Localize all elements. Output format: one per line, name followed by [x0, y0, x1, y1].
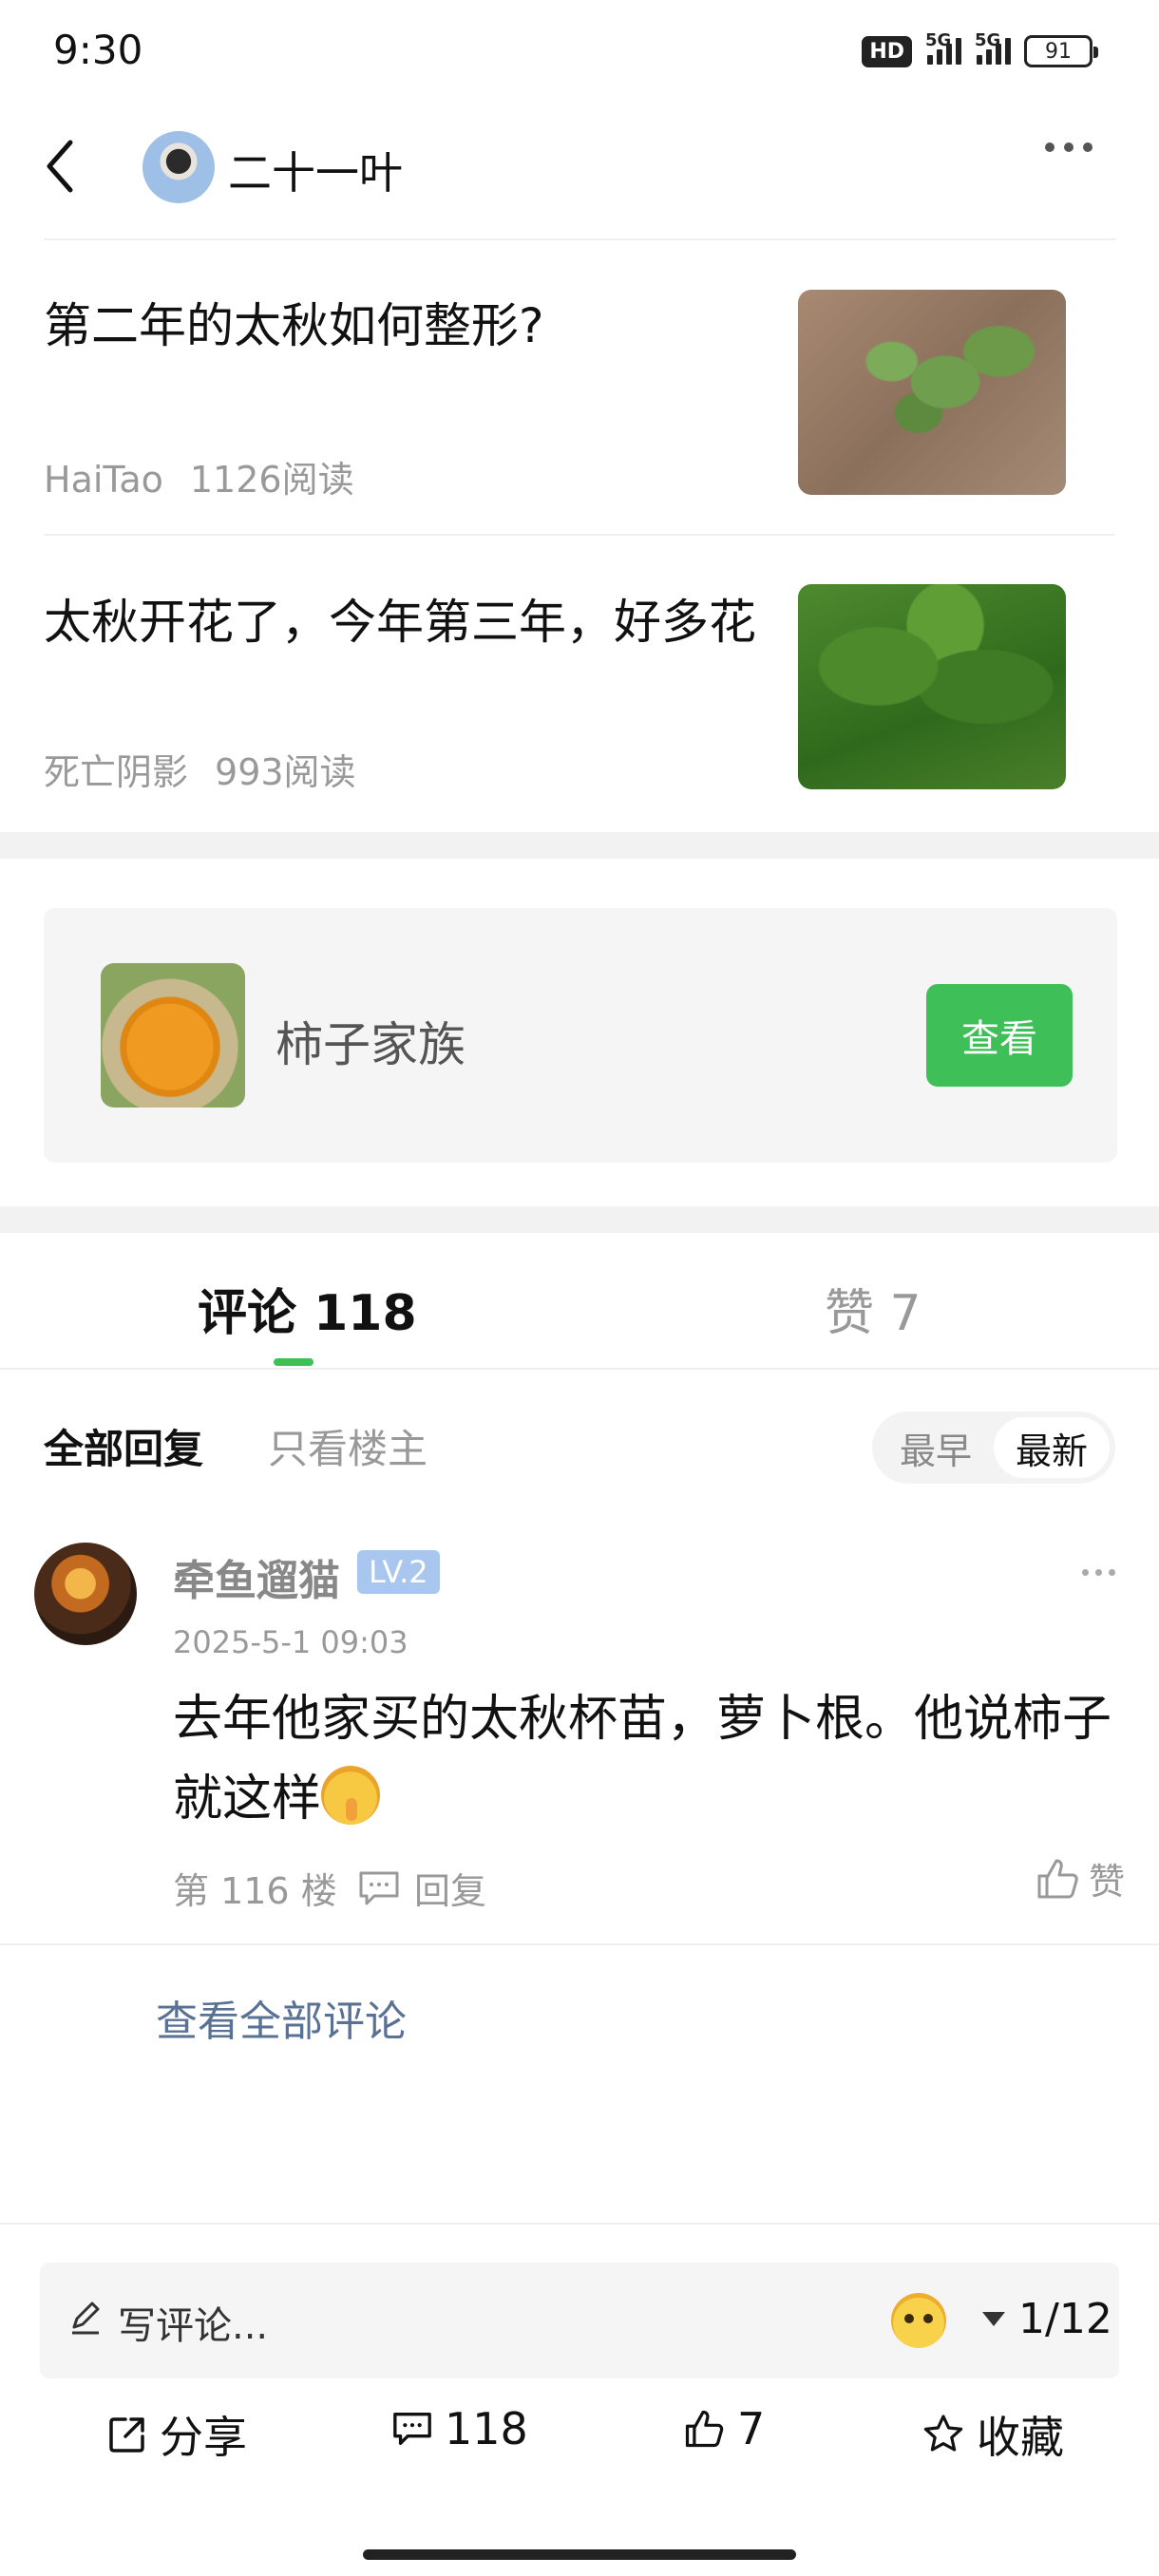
like-label: 赞	[1088, 1861, 1125, 1903]
likes-count: 7	[737, 2403, 766, 2454]
comment-icon	[393, 2413, 431, 2445]
page-number: 1/12	[1018, 2295, 1112, 2343]
home-indicator[interactable]	[363, 2549, 796, 2560]
reply-icon	[359, 1871, 399, 1904]
author-name[interactable]: 二十一叶	[228, 139, 403, 201]
status-time: 9:30	[53, 27, 143, 73]
comment-more-icon[interactable]	[1082, 1569, 1115, 1576]
related-article-meta: 死亡阴影 993阅读	[44, 743, 356, 795]
status-icons: HD 5G 5G 91	[862, 30, 1098, 72]
thumbs-up-icon	[685, 2410, 724, 2448]
circle-name: 柿子家族	[276, 1017, 466, 1072]
article-thumbnail[interactable]	[798, 290, 1066, 495]
caret-down-icon	[982, 2312, 1005, 2326]
divider	[44, 238, 1115, 240]
reply-label: 回复	[414, 1870, 487, 1912]
related-article-title[interactable]: 第二年的太秋如何整形?	[44, 289, 766, 363]
pencil-icon	[72, 2301, 100, 2335]
article-thumbnail[interactable]	[798, 584, 1066, 789]
shush-emoji-icon	[321, 1766, 381, 1825]
comments-count-button[interactable]: 118	[391, 2403, 528, 2454]
tab-comments[interactable]: 评论 118	[198, 1273, 417, 1344]
view-circle-button[interactable]: 查看	[926, 984, 1073, 1087]
emoji-picker-icon[interactable]	[891, 2293, 946, 2348]
circle-avatar	[101, 963, 245, 1108]
comment-divider	[0, 1943, 1159, 1945]
commenter-name[interactable]: 牵鱼遛猫	[173, 1546, 340, 1607]
level-badge: LV.2	[357, 1550, 440, 1594]
signal-icon: 5G	[925, 30, 961, 65]
sort-latest[interactable]: 最新	[994, 1417, 1110, 1478]
article-reads: 993阅读	[215, 751, 356, 793]
article-author: HaiTao	[44, 459, 163, 501]
like-button[interactable]: 7	[682, 2403, 765, 2454]
back-icon[interactable]	[36, 135, 84, 198]
sort-earliest[interactable]: 最早	[878, 1417, 994, 1478]
comment-like-button[interactable]: 赞	[1034, 1852, 1125, 1904]
star-icon	[923, 2415, 963, 2452]
hd-voice-icon: HD	[862, 35, 912, 67]
tabs-divider	[0, 1368, 1159, 1370]
divider	[44, 534, 1115, 536]
comment-time: 2025-5-1 09:03	[173, 1624, 408, 1660]
bottom-bar-divider	[0, 2223, 1159, 2225]
article-reads: 1126阅读	[189, 459, 354, 501]
reply-button[interactable]: 回复	[357, 1862, 486, 1914]
view-all-comments-link[interactable]: 查看全部评论	[156, 1987, 407, 2048]
comment-body: 去年他家买的太秋杯苗，萝卜根。他说柿子就这样	[173, 1691, 1112, 1828]
related-article-meta: HaiTao 1126阅读	[44, 450, 354, 502]
article-author: 死亡阴影	[44, 751, 189, 793]
commenter-avatar[interactable]	[34, 1543, 137, 1645]
comment-floor: 第 116 楼	[173, 1870, 337, 1912]
tab-likes[interactable]: 赞 7	[825, 1273, 922, 1344]
comment-text: 去年他家买的太秋杯苗，萝卜根。他说柿子就这样	[173, 1679, 1132, 1839]
filter-owner-only[interactable]: 只看楼主	[268, 1417, 428, 1475]
signal-icon-2: 5G	[975, 30, 1011, 65]
page-indicator[interactable]: 1/12	[982, 2295, 1112, 2343]
author-avatar[interactable]	[142, 131, 215, 203]
comment-input-placeholder[interactable]: 写评论...	[118, 2295, 268, 2350]
favorite-button[interactable]: 收藏	[922, 2403, 1064, 2466]
sort-toggle: 最早 最新	[872, 1411, 1115, 1484]
comments-count: 118	[445, 2403, 528, 2454]
more-icon[interactable]	[1045, 142, 1092, 152]
section-gap	[0, 832, 1159, 859]
related-article-title[interactable]: 太秋开花了，今年第三年，好多花	[44, 585, 766, 659]
thumbs-up-icon	[1037, 1859, 1078, 1898]
battery-icon: 91	[1024, 35, 1098, 67]
filter-all-replies[interactable]: 全部回复	[44, 1417, 203, 1475]
share-icon	[109, 2417, 144, 2453]
section-gap	[0, 1206, 1159, 1233]
tab-indicator	[274, 1358, 314, 1366]
share-button[interactable]: 分享	[106, 2403, 247, 2466]
favorite-label: 收藏	[977, 2412, 1064, 2463]
share-label: 分享	[160, 2412, 247, 2463]
